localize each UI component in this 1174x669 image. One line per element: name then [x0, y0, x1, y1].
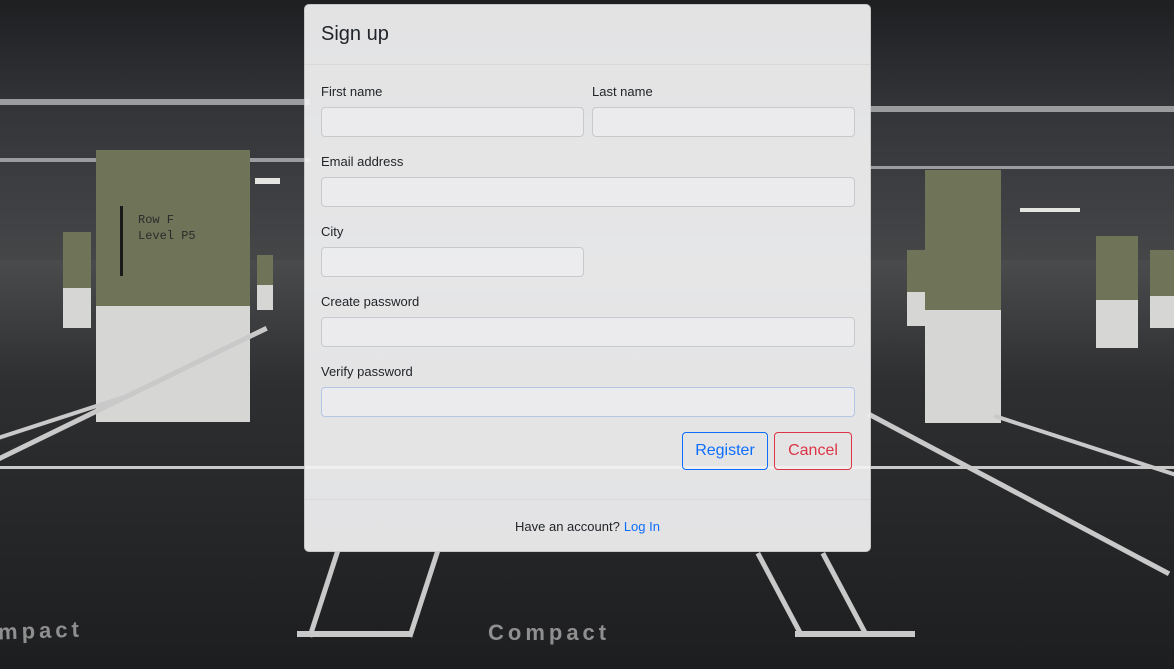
- floor-text: mpact: [0, 616, 84, 645]
- create-password-label: Create password: [321, 294, 420, 309]
- row-sign: Row F Level P5: [138, 212, 196, 244]
- row-sign-line1: Row F: [138, 213, 175, 227]
- row-sign-bar: [120, 206, 123, 276]
- first-name-input[interactable]: [321, 107, 584, 137]
- ceiling-pipe: [870, 106, 1174, 112]
- pillar: [1150, 250, 1174, 296]
- city-input[interactable]: [321, 247, 584, 277]
- ceiling-pipe: [870, 166, 1174, 169]
- ceiling-pipe: [0, 99, 310, 105]
- verify-password-label: Verify password: [321, 364, 413, 379]
- email-label: Email address: [321, 154, 404, 169]
- create-password-input[interactable]: [321, 317, 855, 347]
- floor-text: Compact: [488, 620, 611, 645]
- pillar: [1096, 236, 1138, 300]
- have-account-text: Have an account?: [515, 518, 620, 534]
- pillar-base: [907, 292, 925, 326]
- ceiling-light: [255, 178, 280, 184]
- pillar: [907, 250, 925, 292]
- pillar: [63, 232, 91, 288]
- pillar-base: [925, 310, 1001, 423]
- parking-line: [297, 631, 412, 637]
- cancel-button[interactable]: Cancel: [774, 432, 852, 470]
- signup-modal: Sign up First name Last name Email addre…: [304, 4, 871, 552]
- verify-password-input[interactable]: [321, 387, 855, 417]
- pillar-base: [257, 285, 273, 310]
- pillar-base: [1150, 296, 1174, 328]
- modal-header: Sign up: [305, 5, 870, 65]
- pillar-base: [63, 288, 91, 328]
- modal-footer: Have an account? Log In: [305, 499, 870, 551]
- first-name-label: First name: [321, 84, 383, 99]
- last-name-input[interactable]: [592, 107, 855, 137]
- ceiling-light: [1020, 208, 1080, 212]
- last-name-label: Last name: [592, 84, 653, 99]
- city-label: City: [321, 224, 344, 239]
- pillar: [257, 255, 273, 285]
- modal-title: Sign up: [321, 23, 389, 45]
- register-button[interactable]: Register: [682, 432, 768, 470]
- row-sign-line2: Level P5: [138, 229, 196, 243]
- pillar-base: [1096, 300, 1138, 348]
- pillar-base: [96, 306, 250, 422]
- pillar: [925, 170, 1001, 310]
- email-input[interactable]: [321, 177, 855, 207]
- parking-line: [795, 631, 915, 637]
- login-link[interactable]: Log In: [624, 519, 660, 534]
